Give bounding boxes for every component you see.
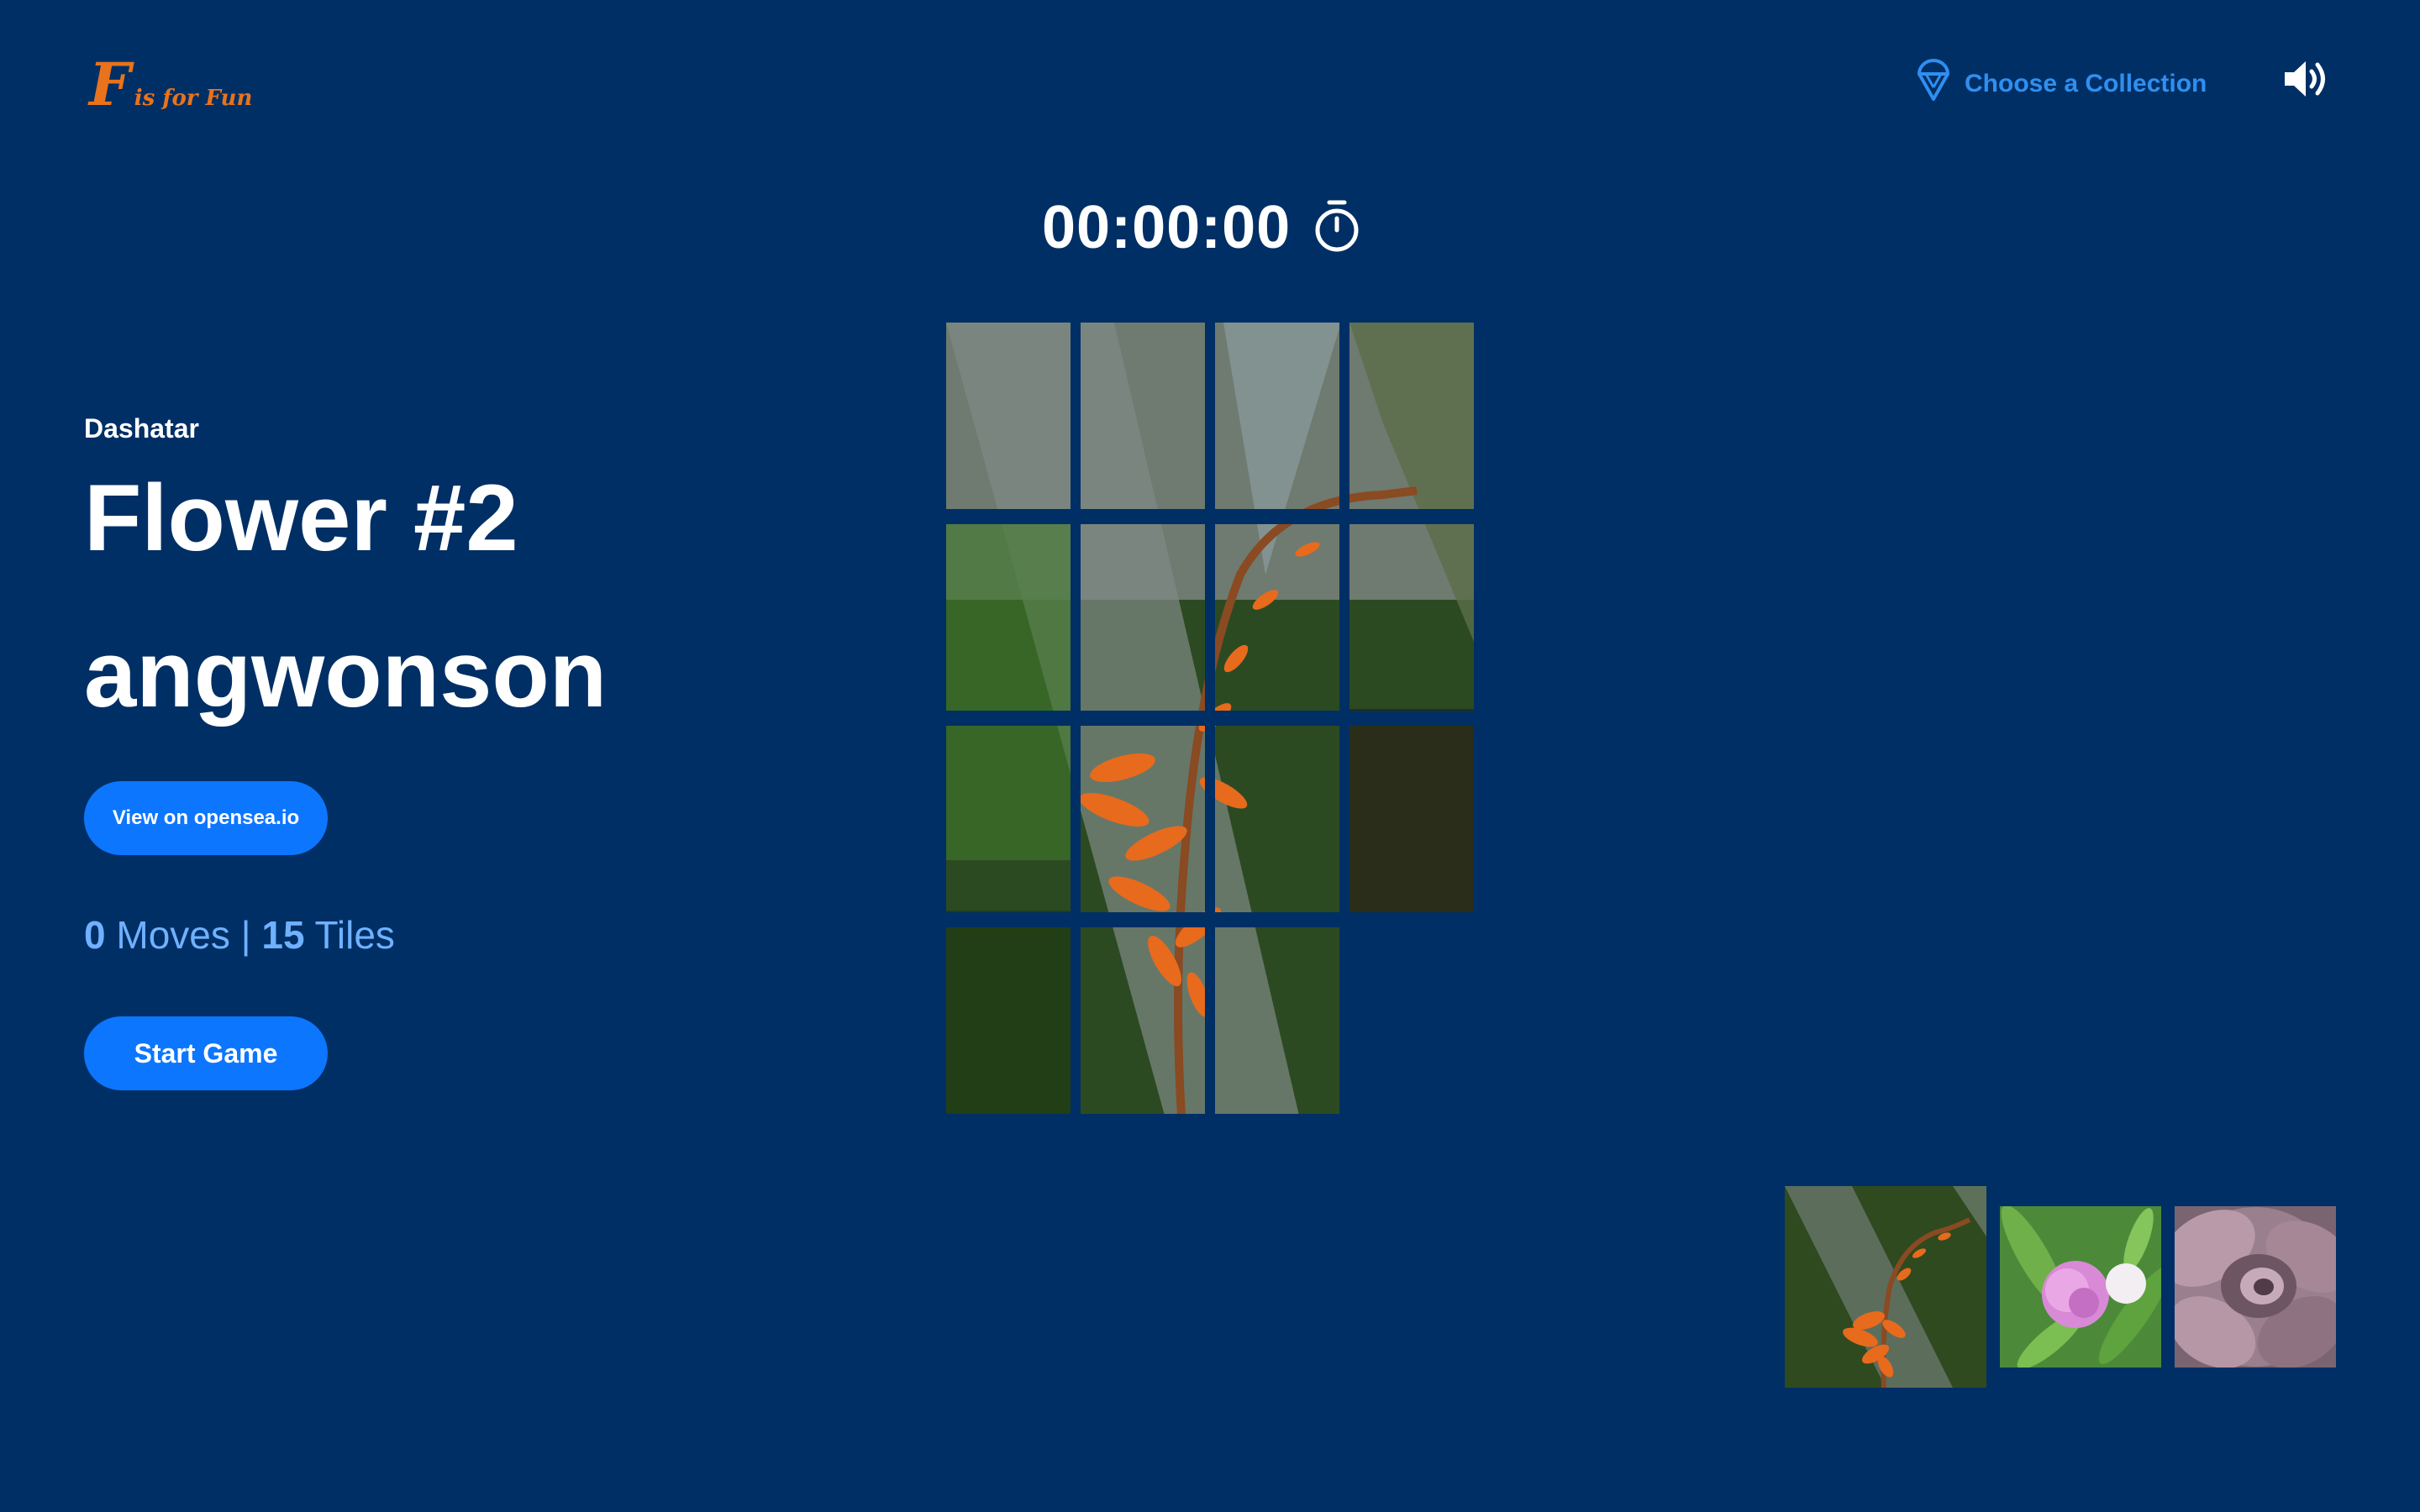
thumbnail-succulent[interactable] [2175,1206,2336,1368]
sound-toggle-button[interactable] [2282,57,2331,101]
puzzle-tile[interactable] [1349,726,1474,912]
puzzle-tile[interactable] [946,524,1071,711]
tile-image [1215,927,1339,1114]
tile-image [1081,323,1205,509]
timer-value: 00:00:00 [1042,194,1292,261]
puzzle-board [946,323,1474,1116]
orange-flower-image [1785,1186,1986,1388]
tile-image [1215,726,1339,912]
succulent-image [2175,1206,2336,1368]
puzzle-tile[interactable] [1081,726,1205,912]
tile-image [1349,323,1474,509]
puzzle-tile[interactable] [946,323,1071,509]
tile-image [946,726,1071,912]
game-timer: 00:00:00 [1042,193,1361,262]
speaker-volume-icon [2285,61,2325,97]
tile-image [946,927,1071,1114]
start-game-button[interactable]: Start Game [84,1016,328,1090]
pink-flower-image [2000,1206,2161,1368]
artist-name: Dashatar [84,413,199,444]
puzzle-tile[interactable] [946,927,1071,1114]
puzzle-tile[interactable] [946,726,1071,912]
puzzle-tile[interactable] [1215,524,1339,711]
owner-name: angwonson [84,622,608,727]
tile-image [946,524,1071,711]
stats-separator: | [240,913,251,957]
view-on-opensea-button[interactable]: View on opensea.io [84,781,328,855]
logo-letter: F [89,50,131,119]
moves-count: 0 [84,913,106,957]
tile-image [1081,927,1205,1114]
ice-cream-icon [1914,59,1953,109]
game-stats: 0 Moves | 15 Tiles [84,912,395,958]
puzzle-tile[interactable] [1349,524,1474,711]
stopwatch-icon [1313,198,1361,258]
moves-label: Moves [116,913,230,957]
tile-image [1215,323,1339,509]
logo[interactable]: F is for Fun [89,55,252,114]
puzzle-tile[interactable] [1081,524,1205,711]
puzzle-tile[interactable] [1081,927,1205,1114]
thumbnail-pink-flower[interactable] [2000,1206,2161,1368]
tile-image [1215,524,1339,711]
tile-image [946,323,1071,509]
game-page: F is for Fun Choose a Collection 00:00:0… [0,0,2420,1512]
tile-image [1349,524,1474,711]
thumbnail-orange-flower[interactable] [1785,1186,1986,1388]
tile-image [1081,524,1205,711]
puzzle-tile[interactable] [1215,323,1339,509]
logo-text: is for Fun [134,86,253,111]
tile-image [1349,726,1474,912]
choose-collection-label: Choose a Collection [1965,70,2207,97]
puzzle-tile[interactable] [1081,323,1205,509]
tiles-count: 15 [261,913,305,957]
tile-image [1081,726,1205,912]
artwork-title: Flower #2 [84,465,518,570]
puzzle-tile[interactable] [1215,927,1339,1114]
tiles-label: Tiles [314,913,395,957]
choose-collection-link[interactable]: Choose a Collection [1914,59,2207,109]
puzzle-tile[interactable] [1215,726,1339,912]
puzzle-tile[interactable] [1349,323,1474,509]
